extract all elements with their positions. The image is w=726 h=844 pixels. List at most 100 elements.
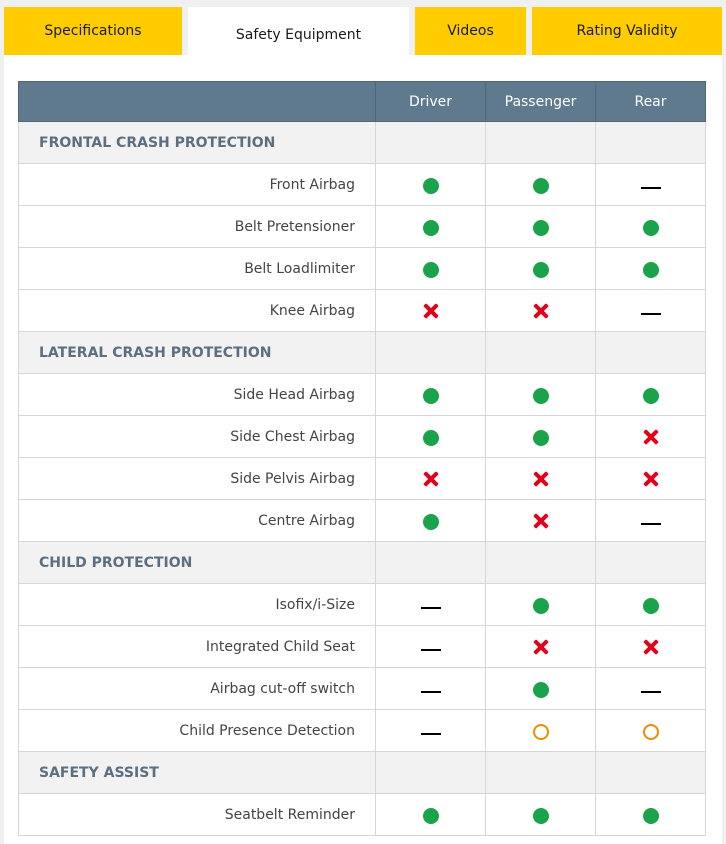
rear-status-cell — [595, 709, 706, 752]
column-header-driver: Driver — [375, 81, 486, 122]
driver-status-cell — [375, 499, 486, 542]
driver-status-cell — [375, 289, 486, 332]
equipment-label: Centre Airbag — [18, 499, 376, 542]
tab-rating-validity[interactable]: Rating Validity — [532, 7, 722, 55]
table-row: Seatbelt Reminder — [18, 793, 706, 836]
rear-status-cell — [595, 247, 706, 290]
section-title: FRONTAL CRASH PROTECTION — [18, 121, 376, 164]
section-empty-cell — [595, 751, 706, 794]
tab-specifications[interactable]: Specifications — [4, 7, 182, 55]
section-header-row: LATERAL CRASH PROTECTION — [18, 331, 706, 374]
driver-status-cell — [375, 793, 486, 836]
equipment-label: Side Head Airbag — [18, 373, 376, 416]
rear-status-cell — [595, 667, 706, 710]
equipment-label: Side Chest Airbag — [18, 415, 376, 458]
red-cross-icon — [532, 470, 550, 488]
green-filled-circle-icon — [532, 387, 549, 404]
red-cross-icon — [642, 428, 660, 446]
section-empty-cell — [595, 331, 706, 374]
table-row: Isofix/i-Size — [18, 583, 706, 626]
equipment-label: Side Pelvis Airbag — [18, 457, 376, 500]
driver-status-cell — [375, 205, 486, 248]
green-filled-circle-icon — [532, 429, 549, 446]
black-dash-icon — [420, 690, 441, 693]
black-dash-icon — [420, 648, 441, 651]
table-row: Side Head Airbag — [18, 373, 706, 416]
section-header-row: CHILD PROTECTION — [18, 541, 706, 584]
table-body: FRONTAL CRASH PROTECTION Front Airbag Belt… — [18, 121, 706, 836]
tab-bar: Specifications Safety Equipment Videos R… — [0, 0, 726, 62]
column-header-passenger: Passenger — [485, 81, 596, 122]
driver-status-cell — [375, 625, 486, 668]
equipment-label: Belt Loadlimiter — [18, 247, 376, 290]
red-cross-icon — [642, 470, 660, 488]
driver-status-cell — [375, 415, 486, 458]
rear-status-cell — [595, 583, 706, 626]
orange-hollow-circle-icon — [642, 723, 659, 740]
red-cross-icon — [642, 638, 660, 656]
driver-status-cell — [375, 373, 486, 416]
table-row: Side Pelvis Airbag — [18, 457, 706, 500]
section-empty-cell — [375, 541, 486, 584]
black-dash-icon — [420, 606, 441, 609]
passenger-status-cell — [485, 205, 596, 248]
green-filled-circle-icon — [532, 177, 549, 194]
equipment-label: Isofix/i-Size — [18, 583, 376, 626]
green-filled-circle-icon — [422, 387, 439, 404]
green-filled-circle-icon — [422, 219, 439, 236]
red-cross-icon — [422, 302, 440, 320]
table-header-row: Driver Passenger Rear — [18, 81, 706, 122]
tab-safety-equipment[interactable]: Safety Equipment — [188, 7, 409, 62]
section-title: CHILD PROTECTION — [18, 541, 376, 584]
equipment-label: Seatbelt Reminder — [18, 793, 376, 836]
green-filled-circle-icon — [532, 807, 549, 824]
passenger-status-cell — [485, 667, 596, 710]
passenger-status-cell — [485, 583, 596, 626]
red-cross-icon — [532, 638, 550, 656]
table-row: Knee Airbag — [18, 289, 706, 332]
passenger-status-cell — [485, 457, 596, 500]
driver-status-cell — [375, 709, 486, 752]
section-empty-cell — [485, 541, 596, 584]
green-filled-circle-icon — [532, 261, 549, 278]
green-filled-circle-icon — [532, 219, 549, 236]
passenger-status-cell — [485, 247, 596, 290]
rear-status-cell — [595, 415, 706, 458]
section-title: SAFETY ASSIST — [18, 751, 376, 794]
tab-videos[interactable]: Videos — [415, 7, 526, 55]
table-row: Integrated Child Seat — [18, 625, 706, 668]
table-row: Belt Loadlimiter — [18, 247, 706, 290]
section-empty-cell — [375, 751, 486, 794]
green-filled-circle-icon — [532, 681, 549, 698]
green-filled-circle-icon — [422, 177, 439, 194]
red-cross-icon — [532, 302, 550, 320]
passenger-status-cell — [485, 289, 596, 332]
section-empty-cell — [485, 331, 596, 374]
passenger-status-cell — [485, 373, 596, 416]
green-filled-circle-icon — [532, 597, 549, 614]
green-filled-circle-icon — [422, 429, 439, 446]
equipment-label: Front Airbag — [18, 163, 376, 206]
section-empty-cell — [375, 121, 486, 164]
green-filled-circle-icon — [642, 597, 659, 614]
section-title: LATERAL CRASH PROTECTION — [18, 331, 376, 374]
black-dash-icon — [420, 732, 441, 735]
green-filled-circle-icon — [642, 219, 659, 236]
rear-status-cell — [595, 373, 706, 416]
green-filled-circle-icon — [642, 807, 659, 824]
safety-equipment-panel: Driver Passenger Rear FRONTAL CRASH PROT… — [4, 55, 722, 844]
table-row: Centre Airbag — [18, 499, 706, 542]
table-row: Airbag cut-off switch — [18, 667, 706, 710]
table-row: Child Presence Detection — [18, 709, 706, 752]
orange-hollow-circle-icon — [532, 723, 549, 740]
passenger-status-cell — [485, 163, 596, 206]
black-dash-icon — [640, 690, 661, 693]
equipment-label: Belt Pretensioner — [18, 205, 376, 248]
passenger-status-cell — [485, 709, 596, 752]
column-header-rear: Rear — [595, 81, 706, 122]
green-filled-circle-icon — [642, 261, 659, 278]
black-dash-icon — [640, 312, 661, 315]
table-row: Belt Pretensioner — [18, 205, 706, 248]
black-dash-icon — [640, 186, 661, 189]
section-empty-cell — [595, 121, 706, 164]
